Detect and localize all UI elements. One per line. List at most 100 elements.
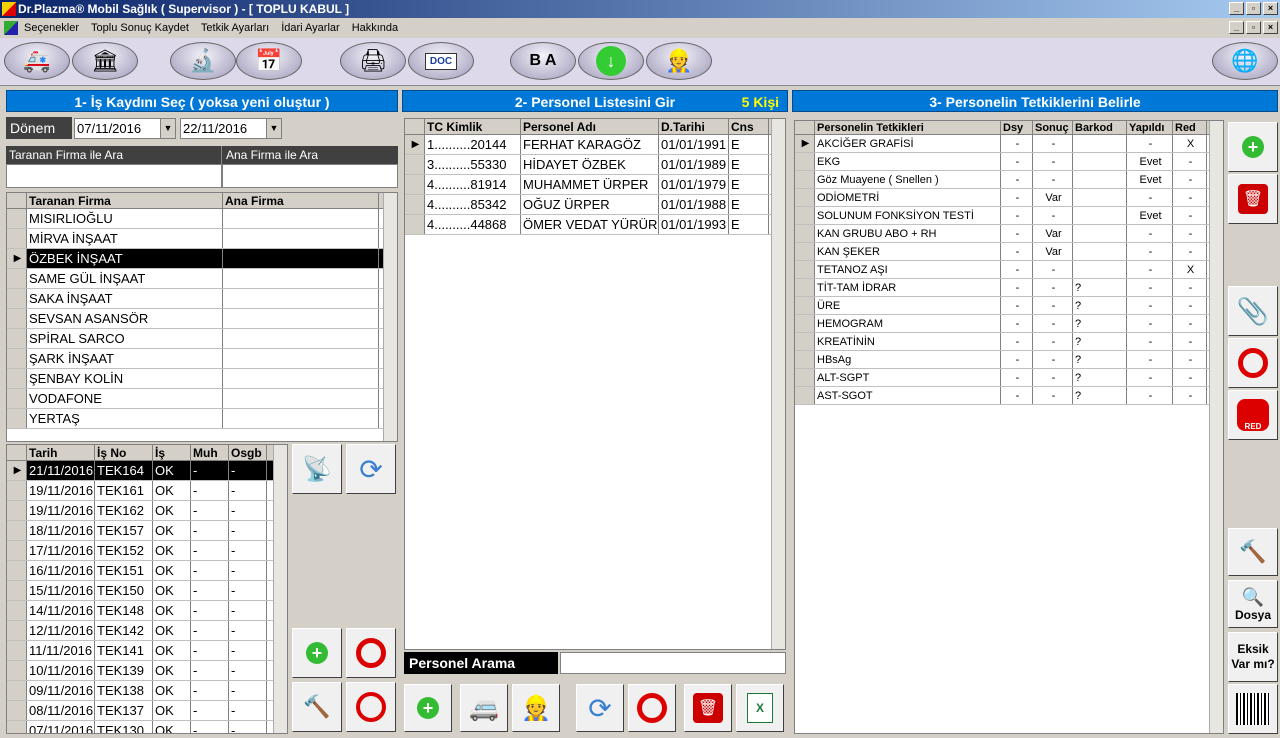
firm-row[interactable]: ▶ ÖZBEK İNŞAAT (7, 249, 397, 269)
tests-header-name[interactable]: Personelin Tetkikleri (815, 121, 1001, 134)
job-row[interactable]: 19/11/2016 TEK161 OK - - (7, 481, 287, 501)
barcode-search-button[interactable] (1228, 684, 1278, 734)
firm-header-taranan[interactable]: Taranan Firma (27, 193, 223, 208)
test-row[interactable]: KAN ŞEKER - Var - - (795, 243, 1223, 261)
test-row[interactable]: HEMOGRAM - -? - - (795, 315, 1223, 333)
job-row[interactable]: 19/11/2016 TEK162 OK - - (7, 501, 287, 521)
date-to-input[interactable]: 22/11/2016 ▼ (180, 118, 282, 139)
test-row[interactable]: ▶ AKCİĞER GRAFİSİ - - - X (795, 135, 1223, 153)
personnel-scrollbar[interactable] (771, 119, 785, 649)
job-header-muh[interactable]: Muh (191, 445, 229, 460)
child-close-button[interactable]: × (1263, 21, 1278, 34)
download-button[interactable]: ↓ (578, 42, 644, 80)
eksik-var-mi-button[interactable]: Eksik Var mı? (1228, 632, 1278, 682)
chevron-down-icon[interactable]: ▼ (266, 119, 281, 138)
close-button[interactable]: × (1263, 2, 1278, 15)
job-header-is[interactable]: İş (153, 445, 191, 460)
personnel-search-input[interactable] (560, 652, 786, 674)
personnel-row[interactable]: 4..........85342 OĞUZ ÜRPER 01/01/1988 E (405, 195, 785, 215)
cancel-test-button[interactable] (1228, 338, 1278, 388)
building-button[interactable]: 🏛 (72, 42, 138, 80)
child-minimize-button[interactable]: _ (1229, 21, 1244, 34)
test-row[interactable]: KAN GRUBU ABO + RH - Var - - (795, 225, 1223, 243)
personnel-header-name[interactable]: Personel Adı (521, 119, 659, 134)
menu-hakkinda[interactable]: Hakkında (352, 22, 398, 34)
test-row[interactable]: ALT-SGPT - -? - - (795, 369, 1223, 387)
menu-secenekler[interactable]: Seçenekler (24, 22, 79, 34)
personnel-row[interactable]: 4..........81914 MUHAMMET ÜRPER 01/01/1979… (405, 175, 785, 195)
date-from-input[interactable]: 07/11/2016 ▼ (74, 118, 176, 139)
add-job-button[interactable]: + (292, 628, 342, 678)
job-row[interactable]: 08/11/2016 TEK137 OK - - (7, 701, 287, 721)
tests-header-yapildi[interactable]: Yapıldı (1127, 121, 1173, 134)
test-row[interactable]: AST-SGOT - -? - - (795, 387, 1223, 405)
word-export-button[interactable]: DOC (408, 42, 474, 80)
worker-personnel-button[interactable]: 👷 (512, 684, 560, 732)
firm-scrollbar[interactable] (383, 193, 397, 441)
add-test-button[interactable]: + (1228, 122, 1278, 172)
minimize-button[interactable]: _ (1229, 2, 1244, 15)
firm-row[interactable]: ŞARK İNŞAAT (7, 349, 397, 369)
job-header-osgb[interactable]: Osgb (229, 445, 267, 460)
tests-header-sonuc[interactable]: Sonuç (1033, 121, 1073, 134)
microscope-button[interactable]: 🔬 (170, 42, 236, 80)
firm-row[interactable]: ŞENBAY KOLİN (7, 369, 397, 389)
job-row[interactable]: ▶ 21/11/2016 TEK164 OK - - (7, 461, 287, 481)
job-header-isno[interactable]: İş No (95, 445, 153, 460)
van-button[interactable]: 🚐 (460, 684, 508, 732)
child-restore-button[interactable]: ▫ (1246, 21, 1261, 34)
ana-search-input[interactable] (222, 164, 398, 188)
test-row[interactable]: EKG - - Evet - (795, 153, 1223, 171)
refresh-jobs-button[interactable]: ⟳ (346, 444, 396, 494)
job-header-tarih[interactable]: Tarih (27, 445, 95, 460)
add-personnel-button[interactable]: + (404, 684, 452, 732)
job-row[interactable]: 09/11/2016 TEK138 OK - - (7, 681, 287, 701)
menu-toplu-sonuc-kaydet[interactable]: Toplu Sonuç Kaydet (91, 22, 189, 34)
job-row[interactable]: 12/11/2016 TEK142 OK - - (7, 621, 287, 641)
firm-row[interactable]: VODAFONE (7, 389, 397, 409)
attach-button[interactable]: 📎 (1228, 286, 1278, 336)
job-row[interactable]: 16/11/2016 TEK151 OK - - (7, 561, 287, 581)
personnel-row[interactable]: 3..........55330 HİDAYET ÖZBEK 01/01/1989 E (405, 155, 785, 175)
personnel-header-dtarihi[interactable]: D.Tarihi (659, 119, 729, 134)
refresh-personnel-button[interactable]: ⟳ (576, 684, 624, 732)
firm-row[interactable]: SEVSAN ASANSÖR (7, 309, 397, 329)
personnel-header-tc[interactable]: TC Kimlik (425, 119, 521, 134)
calendar-button[interactable]: 📅 (236, 42, 302, 80)
tests-header-barkod[interactable]: Barkod (1073, 121, 1127, 134)
tests-scrollbar[interactable] (1209, 121, 1223, 733)
test-row[interactable]: TİT-TAM İDRAR - -? - - (795, 279, 1223, 297)
taranan-search-input[interactable] (6, 164, 222, 188)
personnel-row[interactable]: ▶ 1..........20144 FERHAT KARAGÖZ 01/01/199… (405, 135, 785, 155)
cancel-job-button[interactable] (346, 628, 396, 678)
test-row[interactable]: ÜRE - -? - - (795, 297, 1223, 315)
cancel-personnel-button[interactable] (628, 684, 676, 732)
excel-button[interactable]: X (736, 684, 784, 732)
test-row[interactable]: Göz Muayene ( Snellen ) - - Evet - (795, 171, 1223, 189)
translate-button[interactable]: B A (510, 42, 576, 80)
firm-header-ana[interactable]: Ana Firma (223, 193, 379, 208)
job-row[interactable]: 07/11/2016 TEK130 OK - - (7, 721, 287, 733)
job-row[interactable]: 15/11/2016 TEK150 OK - - (7, 581, 287, 601)
firm-row[interactable]: SPİRAL SARCO (7, 329, 397, 349)
satellite-button[interactable]: 📡 (292, 444, 342, 494)
worker-button[interactable]: 👷 (646, 42, 712, 80)
reject-button[interactable]: RED (1228, 390, 1278, 440)
test-row[interactable]: SOLUNUM FONKSİYON TESTİ - - Evet - (795, 207, 1223, 225)
tests-header-red[interactable]: Red (1173, 121, 1207, 134)
stamp-button[interactable]: 🔨 (292, 682, 342, 732)
test-row[interactable]: ODİOMETRİ - Var - - (795, 189, 1223, 207)
job-row[interactable]: 18/11/2016 TEK157 OK - - (7, 521, 287, 541)
maximize-button[interactable]: ▫ (1246, 2, 1261, 15)
personnel-row[interactable]: 4..........44868 ÖMER VEDAT YÜRÜR 01/01/19… (405, 215, 785, 235)
job-scrollbar[interactable] (273, 445, 287, 733)
print-button[interactable]: 🖨 (340, 42, 406, 80)
firm-row[interactable]: SAKA İNŞAAT (7, 289, 397, 309)
firm-row[interactable]: MISIRLIOĞLU (7, 209, 397, 229)
firm-row[interactable]: MİRVA İNŞAAT (7, 229, 397, 249)
web-button[interactable]: 🌐 (1212, 42, 1278, 80)
job-row[interactable]: 11/11/2016 TEK141 OK - - (7, 641, 287, 661)
menu-idari-ayarlar[interactable]: İdari Ayarlar (281, 22, 340, 34)
stamp-cancel-button[interactable] (346, 682, 396, 732)
tests-header-dsy[interactable]: Dsy (1001, 121, 1033, 134)
